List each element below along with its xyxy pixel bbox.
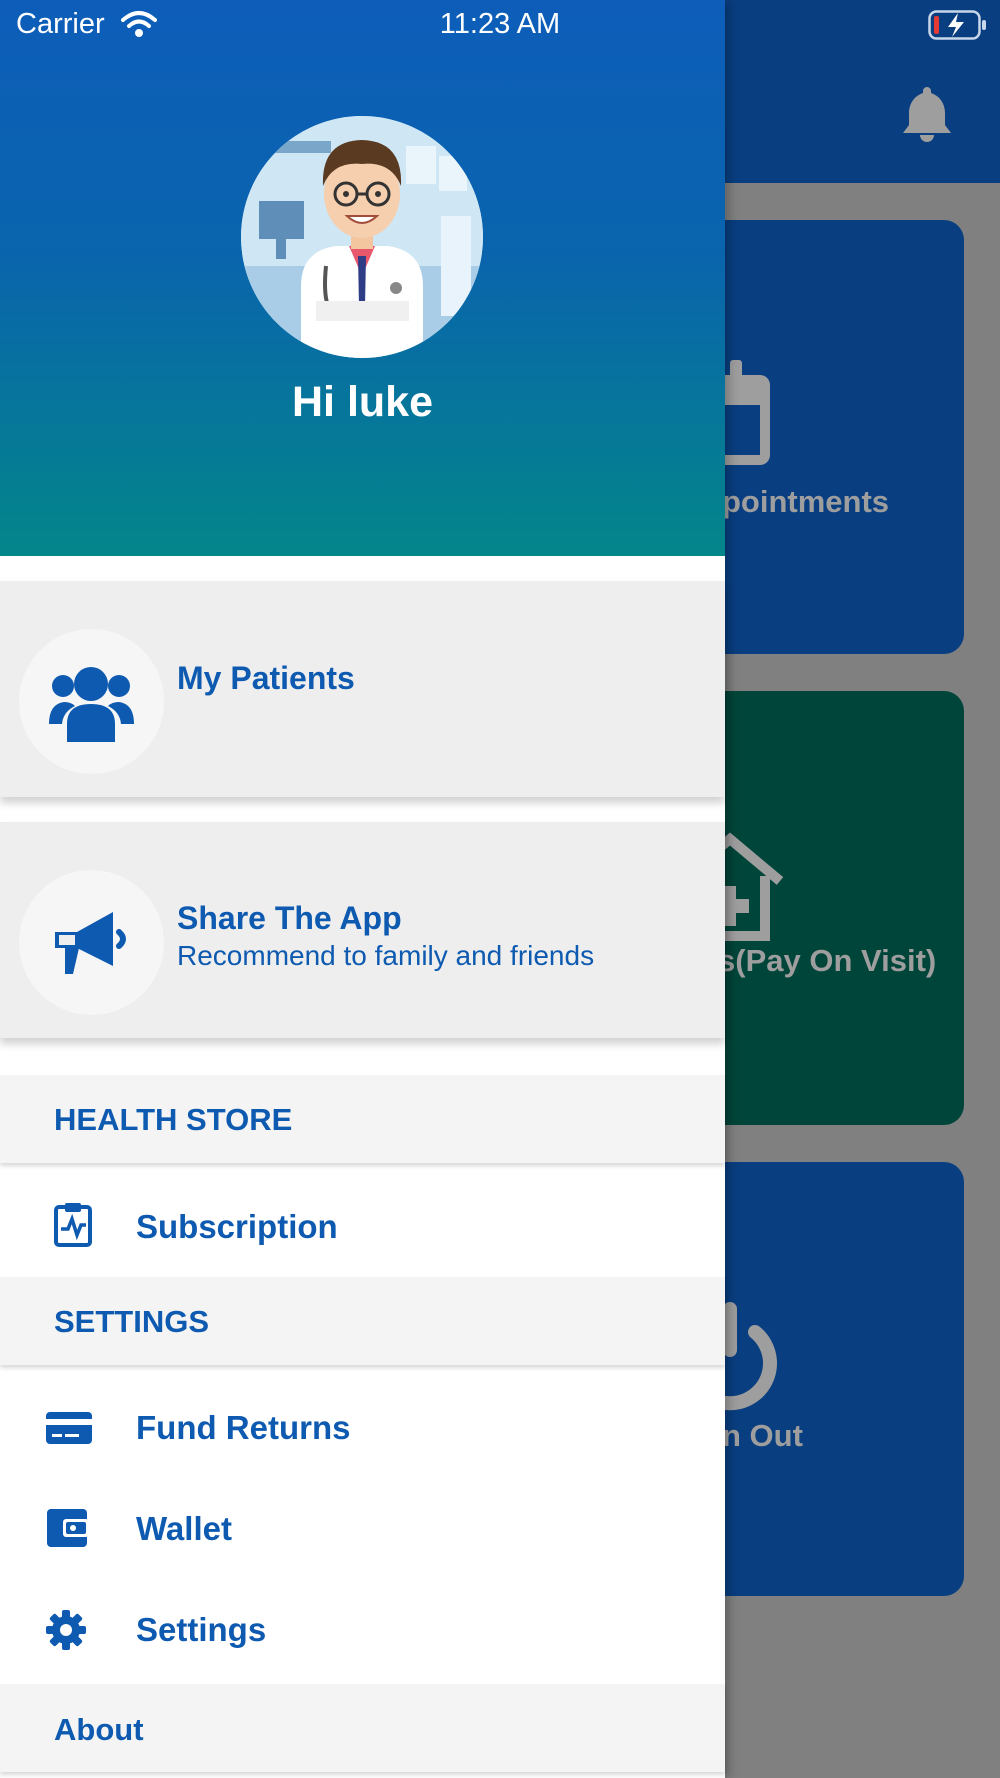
settings-item[interactable]: Settings (0, 1580, 725, 1680)
sign-out-card-label: n Out (722, 1418, 803, 1453)
my-patients-label: My Patients (177, 660, 355, 696)
share-app-title: Share The App (177, 900, 402, 936)
share-app-subtitle: Recommend to family and friends (177, 940, 595, 971)
share-app-item[interactable]: Share The App Recommend to family and fr… (0, 822, 725, 1038)
doctor-avatar-illustration (241, 116, 483, 358)
wallet-icon (47, 1509, 89, 1547)
greeting-text: Hi luke (292, 378, 433, 426)
credit-card-icon (46, 1412, 92, 1444)
sign-out-card[interactable]: n Out (690, 1162, 964, 1596)
navigation-drawer: Hi luke My Patients Share The App Recomm… (0, 0, 725, 1778)
pay-on-visit-card-label: s(Pay On Visit) (718, 943, 937, 978)
appointments-card-label: pointments (722, 484, 890, 519)
status-bar: Carrier 11:23 AM (0, 0, 1000, 50)
icon-circle (19, 629, 164, 774)
subscription-label: Subscription (136, 1208, 338, 1245)
status-time-text: 11:23 AM (439, 8, 561, 40)
about-item[interactable]: About (0, 1684, 725, 1772)
bell-icon[interactable] (902, 85, 952, 143)
drawer-header: Hi luke (0, 0, 725, 556)
users-icon (49, 667, 134, 742)
wallet-item[interactable]: Wallet (0, 1479, 725, 1579)
fund-returns-item[interactable]: Fund Returns (0, 1378, 725, 1478)
settings-section-label: SETTINGS (54, 1304, 210, 1339)
icon-circle (19, 870, 164, 1015)
status-time: 11:23 AM (0, 8, 1000, 41)
clipboard-pulse-icon (54, 1203, 92, 1247)
settings-label: Settings (136, 1611, 267, 1648)
megaphone-icon (55, 912, 126, 974)
battery-charging-icon (928, 10, 986, 40)
health-store-header: HEALTH STORE (0, 1075, 725, 1163)
fund-returns-label: Fund Returns (136, 1409, 351, 1446)
subscription-item[interactable]: Subscription (0, 1177, 725, 1277)
settings-header: SETTINGS (0, 1277, 725, 1365)
health-store-label: HEALTH STORE (54, 1102, 293, 1137)
gear-icon (46, 1610, 86, 1650)
pay-on-visit-card[interactable]: s(Pay On Visit) (690, 691, 964, 1125)
my-patients-item[interactable]: My Patients (0, 581, 725, 797)
appointments-card[interactable]: pointments (690, 220, 964, 654)
about-label: About (54, 1712, 144, 1747)
wallet-label: Wallet (136, 1510, 232, 1547)
avatar[interactable] (241, 116, 483, 358)
